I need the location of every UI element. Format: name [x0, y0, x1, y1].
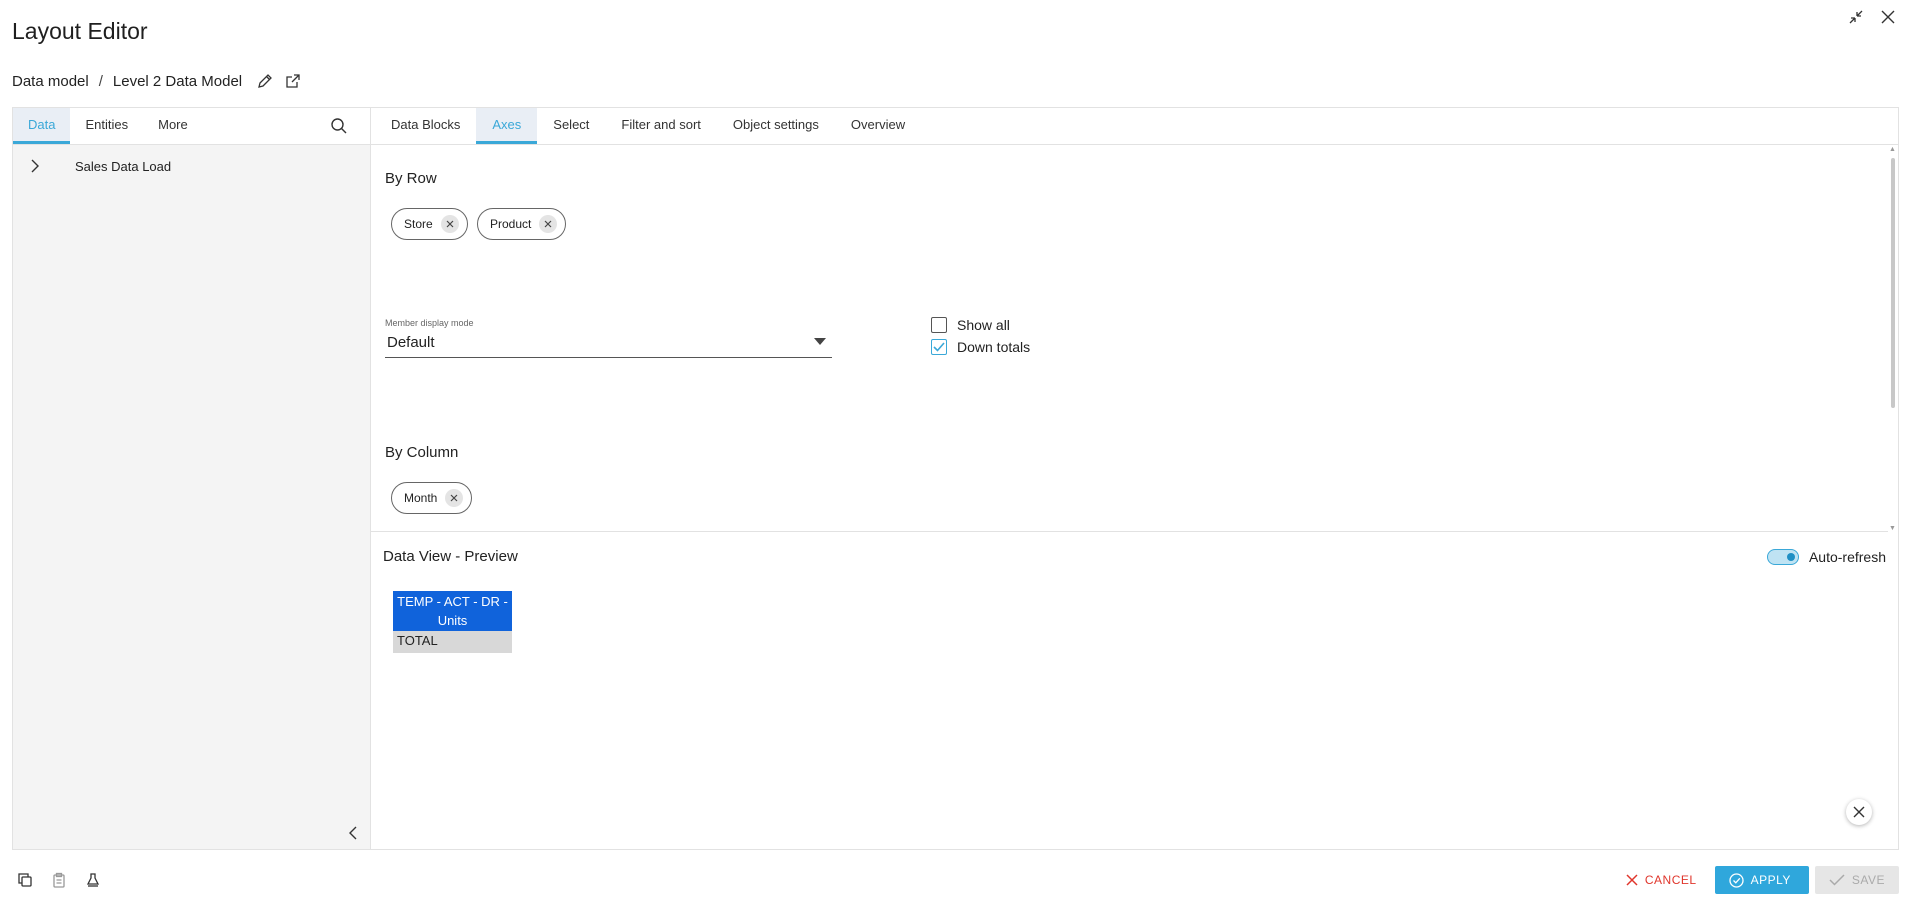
check-circle-icon: [1728, 872, 1744, 888]
auto-refresh-label: Auto-refresh: [1808, 549, 1886, 565]
show-all-checkbox[interactable]: Show all: [931, 317, 1010, 333]
toggle-knob: [1786, 553, 1795, 561]
tab-axes[interactable]: Axes: [476, 108, 538, 144]
auto-refresh: Auto-refresh: [1766, 549, 1886, 565]
collapse-icon[interactable]: [1847, 8, 1865, 26]
member-display-mode-label: Member display mode: [385, 318, 474, 328]
page-title: Layout Editor: [12, 18, 148, 44]
chip-product: Product: [477, 208, 567, 240]
close-preview-icon[interactable]: [1846, 799, 1872, 825]
right-panel: Data Blocks Axes Select Filter and sort …: [371, 107, 1899, 850]
paste-icon[interactable]: [50, 871, 68, 889]
close-icon: [1626, 874, 1638, 886]
tab-more[interactable]: More: [143, 108, 203, 144]
window-controls: [1847, 8, 1897, 26]
chip-label: Month: [404, 491, 438, 505]
remove-chip-icon[interactable]: [445, 489, 464, 507]
by-column-title: By Column: [385, 444, 459, 461]
check-icon: [933, 342, 945, 352]
tree-item-label: Sales Data Load: [75, 158, 172, 174]
axes-settings: By Row Store Product Member display mode…: [371, 146, 1889, 532]
chevron-left-icon[interactable]: [346, 825, 364, 843]
chip-store: Store: [391, 208, 468, 240]
member-display-mode-select[interactable]: Member display mode Default: [385, 318, 832, 358]
chip-label: Product: [490, 217, 532, 231]
member-display-mode-value: Default: [387, 334, 435, 351]
clear-format-icon[interactable]: [84, 871, 102, 889]
scroll-down-icon[interactable]: ▼: [1889, 525, 1896, 532]
preview-table: TEMP - ACT - DR - Units TOTAL: [393, 591, 512, 653]
footer-actions: CANCEL APPLY SAVE: [1613, 866, 1899, 894]
breadcrumb-item-data-model[interactable]: Data model: [12, 73, 89, 90]
apply-button[interactable]: APPLY: [1714, 866, 1809, 894]
by-row-title: By Row: [385, 170, 437, 187]
auto-refresh-toggle[interactable]: [1766, 549, 1799, 565]
scrollbar-thumb[interactable]: [1891, 158, 1895, 408]
search-icon[interactable]: [330, 117, 350, 137]
checkbox-box[interactable]: [931, 339, 947, 355]
pencil-icon[interactable]: [256, 72, 274, 90]
caret-down-icon: [814, 338, 826, 345]
check-icon: [1829, 874, 1845, 886]
preview-table-header: TEMP - ACT - DR - Units: [393, 591, 512, 631]
breadcrumb-separator: /: [98, 72, 103, 90]
chip-label: Store: [404, 217, 433, 231]
chevron-right-icon[interactable]: [27, 158, 43, 174]
footer-tools: [16, 871, 102, 889]
cancel-label: CANCEL: [1644, 873, 1697, 887]
scroll-up-icon[interactable]: ▲: [1889, 146, 1896, 153]
close-icon[interactable]: [1879, 8, 1897, 26]
save-label: SAVE: [1851, 873, 1885, 887]
save-button[interactable]: SAVE: [1814, 866, 1899, 894]
breadcrumb-item-current: Level 2 Data Model: [112, 72, 243, 90]
down-totals-checkbox[interactable]: Down totals: [931, 339, 1030, 355]
chip-month: Month: [391, 482, 473, 514]
tab-entities[interactable]: Entities: [70, 108, 143, 144]
left-tab-bar: Data Entities More: [13, 108, 370, 145]
down-totals-label: Down totals: [957, 339, 1031, 355]
preview-title: Data View - Preview: [383, 548, 518, 565]
cancel-button[interactable]: CANCEL: [1613, 866, 1709, 894]
remove-chip-icon[interactable]: [539, 215, 558, 233]
tab-overview[interactable]: Overview: [835, 108, 921, 144]
right-tab-bar: Data Blocks Axes Select Filter and sort …: [371, 108, 1898, 145]
tab-object-settings[interactable]: Object settings: [717, 108, 835, 144]
tab-filter-and-sort[interactable]: Filter and sort: [605, 108, 716, 144]
axes-scrollbar[interactable]: ▲ ▼: [1888, 146, 1898, 532]
copy-icon[interactable]: [16, 871, 34, 889]
checkbox-box[interactable]: [931, 317, 947, 333]
remove-chip-icon[interactable]: [440, 215, 459, 233]
tree-item-sales-data-load[interactable]: Sales Data Load: [27, 158, 171, 174]
external-link-icon[interactable]: [284, 72, 302, 90]
left-panel: Data Entities More Sales Data Load: [12, 107, 371, 850]
tab-select[interactable]: Select: [537, 108, 605, 144]
apply-label: APPLY: [1750, 873, 1791, 887]
show-all-label: Show all: [957, 317, 1010, 333]
tab-data[interactable]: Data: [13, 108, 71, 144]
tab-data-blocks[interactable]: Data Blocks: [375, 108, 476, 144]
breadcrumb: Data model / Level 2 Data Model: [12, 72, 302, 90]
preview-table-row: TOTAL: [393, 631, 512, 653]
